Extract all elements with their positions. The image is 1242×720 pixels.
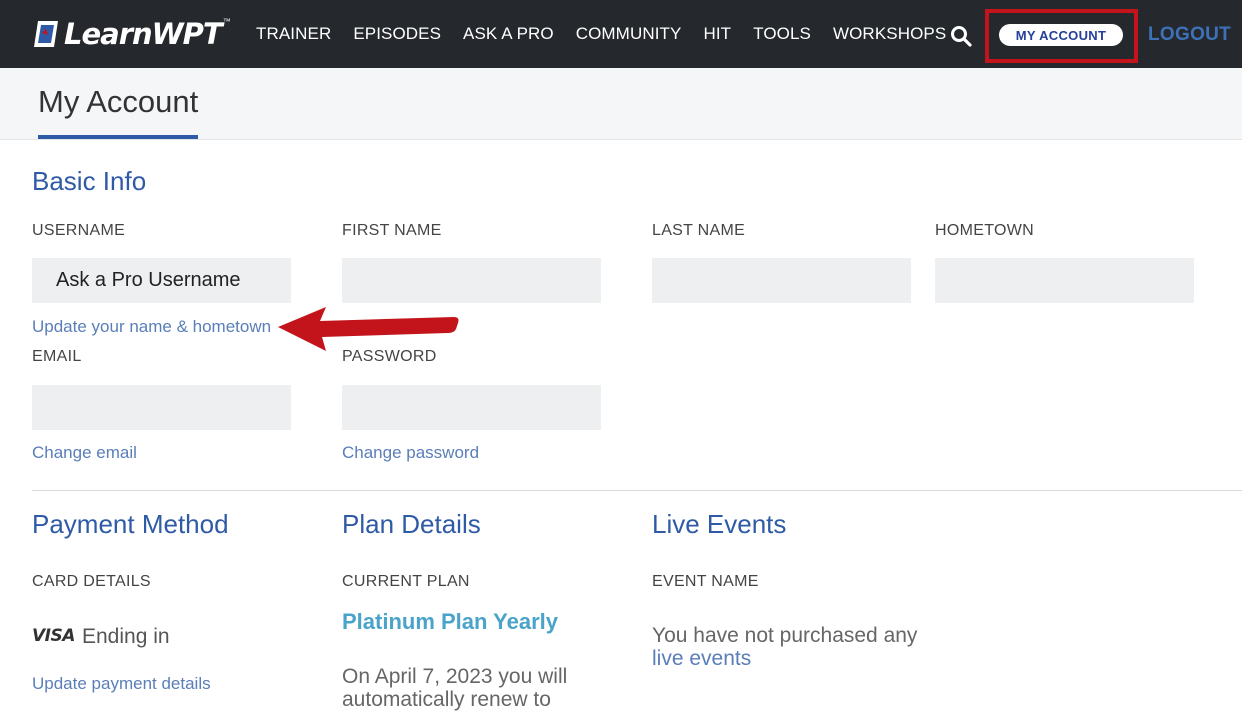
current-plan-name: Platinum Plan Yearly: [342, 609, 559, 634]
logout-link[interactable]: LOGOUT: [1148, 24, 1231, 46]
hometown-field[interactable]: [935, 258, 1194, 303]
last-name-field[interactable]: [652, 258, 911, 303]
email-field[interactable]: [32, 385, 291, 430]
current-plan-label: CURRENT PLAN: [342, 573, 470, 590]
learnwpt-logo[interactable]: LearnWPT ™: [32, 15, 231, 53]
event-name-label: EVENT NAME: [652, 573, 759, 590]
last-name-label: LAST NAME: [652, 222, 746, 239]
logo-text: LearnWPT: [64, 16, 223, 51]
first-name-label: FIRST NAME: [342, 222, 442, 239]
password-field[interactable]: [342, 385, 601, 430]
nav-item-workshops[interactable]: WORKSHOPS: [833, 24, 946, 44]
visa-logo-icon: VISA: [32, 626, 75, 646]
section-divider: [32, 490, 1242, 491]
nav-item-tools[interactable]: TOOLS: [753, 24, 811, 44]
no-events-text: You have not purchased any: [652, 624, 918, 647]
update-name-hometown-link[interactable]: Update your name & hometown: [32, 317, 271, 337]
card-details-label: CARD DETAILS: [32, 573, 151, 590]
trademark-symbol: ™: [222, 17, 231, 26]
card-ending-text: Ending in: [82, 625, 170, 648]
top-nav-bar: LearnWPT ™ TRAINER EPISODES ASK A PRO CO…: [0, 0, 1242, 68]
my-account-button[interactable]: MY ACCOUNT: [999, 24, 1123, 46]
live-events-link[interactable]: live events: [652, 647, 751, 670]
nav-item-episodes[interactable]: EPISODES: [353, 24, 441, 44]
tab-active-underline: [38, 135, 198, 139]
plan-renewal-text: On April 7, 2023 you will automatically …: [342, 665, 568, 711]
payment-method-heading: Payment Method: [32, 509, 229, 539]
change-password-link[interactable]: Change password: [342, 443, 479, 463]
red-arrow-annotation-icon: [278, 307, 459, 351]
nav-item-ask-a-pro[interactable]: ASK A PRO: [463, 24, 554, 44]
basic-info-heading: Basic Info: [32, 166, 147, 196]
update-payment-details-link[interactable]: Update payment details: [32, 674, 211, 694]
nav-item-hit[interactable]: HIT: [703, 24, 731, 44]
email-label: EMAIL: [32, 348, 82, 365]
plan-details-heading: Plan Details: [342, 509, 481, 539]
logo-card-icon: [34, 21, 58, 47]
nav-item-trainer[interactable]: TRAINER: [256, 24, 331, 44]
page-title: My Account: [38, 84, 199, 119]
nav-item-community[interactable]: COMMUNITY: [576, 24, 682, 44]
hometown-label: HOMETOWN: [935, 222, 1034, 239]
no-events-message: You have not purchased any live events: [652, 624, 942, 670]
username-label: USERNAME: [32, 222, 126, 239]
search-icon[interactable]: [950, 25, 972, 47]
password-label: PASSWORD: [342, 348, 437, 365]
change-email-link[interactable]: Change email: [32, 443, 137, 463]
live-events-heading: Live Events: [652, 509, 787, 539]
main-nav: TRAINER EPISODES ASK A PRO COMMUNITY HIT…: [256, 0, 968, 68]
first-name-field[interactable]: [342, 258, 601, 303]
username-field[interactable]: [32, 258, 291, 303]
